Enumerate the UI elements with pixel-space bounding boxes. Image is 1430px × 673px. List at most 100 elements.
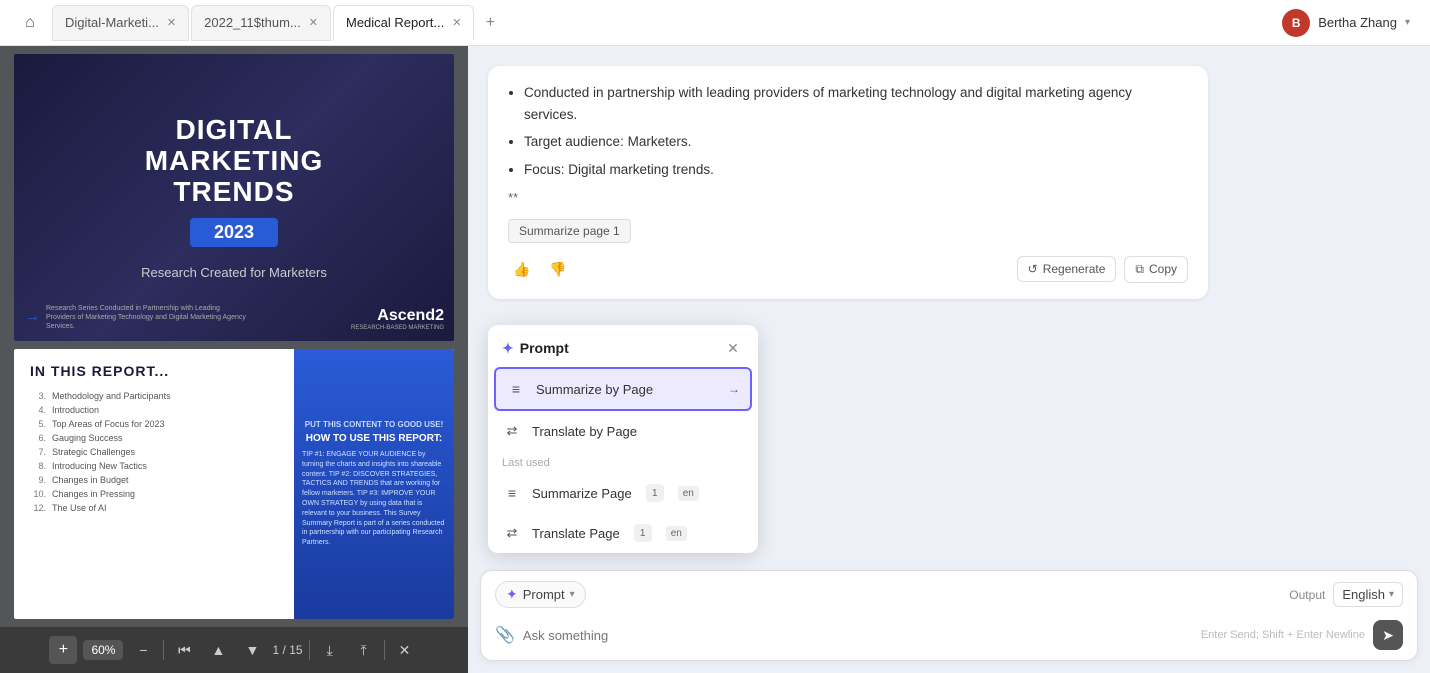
copy-icon: ⧉: [1135, 262, 1144, 277]
attach-button[interactable]: 📎: [495, 625, 515, 645]
language-label: English: [1342, 587, 1385, 602]
pdf-year: 2023: [190, 218, 278, 247]
toolbar-divider-3: [384, 640, 385, 660]
tab-close-icon[interactable]: ✕: [167, 16, 176, 29]
bottom-bar: ✦ Prompt ▾ Output English ▾ 📎 Enter Send…: [480, 570, 1418, 661]
regenerate-icon: ↺: [1028, 262, 1038, 276]
translate-by-page-icon: ⇄: [502, 421, 522, 441]
tab-label: 2022_11$thum...: [204, 15, 301, 30]
pdf-toc-header: IN THIS REPORT...: [30, 363, 276, 379]
page-current: 1: [272, 643, 279, 657]
toc-item: 10.Changes in Pressing: [30, 487, 276, 501]
pdf-inset-title: HOW TO USE THIS REPORT:: [302, 433, 446, 444]
user-menu[interactable]: B Bertha Zhang ▾: [1274, 5, 1418, 41]
regenerate-button[interactable]: ↺ Regenerate: [1017, 256, 1117, 282]
toc-item: 7.Strategic Challenges: [30, 445, 276, 459]
translate-by-page-label: Translate by Page: [532, 424, 637, 439]
pdf-logo-sub: RESEARCH-BASED MARKETING: [351, 325, 444, 331]
last-used-label: Last used: [488, 451, 758, 473]
tab-label: Medical Report...: [346, 15, 444, 30]
pdf-main-title: DIGITALMARKETINGTRENDS: [145, 115, 324, 207]
close-pdf-button[interactable]: ✕: [391, 636, 419, 664]
zoom-display[interactable]: 60%: [83, 640, 123, 660]
toc-item: 8. Introducing New Tactics: [30, 459, 276, 473]
language-select[interactable]: English ▾: [1333, 582, 1403, 607]
toc-num: 12.: [30, 503, 46, 513]
tab-2022[interactable]: 2022_11$thum... ✕: [191, 5, 331, 41]
toolbar-divider-2: [309, 640, 310, 660]
tab-digital-marketing[interactable]: Digital-Marketi... ✕: [52, 5, 189, 41]
pdf-footer-text: Research Series Conducted in Partnership…: [46, 304, 246, 331]
pdf-logo: Ascend2: [351, 307, 444, 325]
toc-item: 9.Changes in Budget: [30, 473, 276, 487]
toc-label: The Use of AI: [52, 503, 107, 513]
toc-item: 5. Top Areas of Focus for 2023: [30, 417, 276, 431]
toc-label: Top Areas of Focus for 2023: [52, 419, 165, 429]
chat-message-row: Conducted in partnership with leading pr…: [488, 66, 1410, 299]
translate-page-lang: en: [666, 526, 687, 541]
skip-down-button[interactable]: ⤓: [316, 636, 344, 664]
toc-label: Gauging Success: [52, 433, 123, 443]
first-page-button[interactable]: ⏮: [170, 636, 198, 664]
page-display: 1 / 15: [272, 643, 302, 657]
send-icon: ➤: [1382, 627, 1394, 644]
toc-label: Introducing New Tactics: [52, 461, 147, 471]
prompt-dropdown-title: ✦ Prompt: [502, 340, 569, 357]
input-row: 📎 Enter Send; Shift + Enter Newline ➤: [481, 616, 1417, 660]
toc-num: 8.: [30, 461, 46, 471]
prompt-dropdown[interactable]: ✦ Prompt ✕ ≡ Summarize by Page → ⇄ Trans…: [488, 325, 758, 553]
zoom-in-button[interactable]: +: [49, 636, 77, 664]
translate-page-badge: 1: [634, 524, 652, 542]
toc-item: 4.Introduction: [30, 403, 276, 417]
bottom-bar-top: ✦ Prompt ▾ Output English ▾: [481, 571, 1417, 616]
pdf-toc-list: 3. Methodology and Participants 4.Introduc…: [30, 389, 276, 515]
right-panel: Conducted in partnership with leading pr…: [468, 46, 1430, 673]
pdf-footer: → Research Series Conducted in Partnersh…: [24, 304, 444, 331]
regenerate-label: Regenerate: [1043, 262, 1106, 276]
prompt-item-summarize-by-page[interactable]: ≡ Summarize by Page →: [494, 367, 752, 411]
summarize-page-icon: ≡: [502, 483, 522, 503]
topbar: ⌂ Digital-Marketi... ✕ 2022_11$thum... ✕…: [0, 0, 1430, 46]
thumbs-up-button[interactable]: 👍: [508, 255, 536, 283]
chevron-down-icon: ▾: [1405, 17, 1410, 28]
bullet-3: Focus: Digital marketing trends.: [524, 159, 1188, 181]
summarize-page-label: Summarize Page: [532, 486, 632, 501]
tab-medical-report[interactable]: Medical Report... ✕: [333, 5, 474, 41]
input-hint: Enter Send; Shift + Enter Newline: [1201, 629, 1365, 641]
pdf-inset-body: TIP #1: ENGAGE YOUR AUDIENCE by turning …: [302, 450, 446, 548]
toc-num: 3.: [30, 391, 46, 401]
summarize-by-page-label: Summarize by Page: [536, 382, 653, 397]
prompt-item-translate-by-page[interactable]: ⇄ Translate by Page: [488, 411, 758, 451]
tab-close-icon[interactable]: ✕: [452, 16, 461, 29]
last-used-summarize-page[interactable]: ≡ Summarize Page 1 en: [488, 473, 758, 513]
prompt-close-button[interactable]: ✕: [722, 337, 744, 359]
chat-input[interactable]: [523, 628, 1193, 643]
pdf-panel: DIGITALMARKETINGTRENDS 2023 Research Cre…: [0, 46, 468, 673]
send-button[interactable]: ➤: [1373, 620, 1403, 650]
add-tab-button[interactable]: +: [476, 9, 504, 37]
tab-close-icon[interactable]: ✕: [309, 16, 318, 29]
pdf-subtitle: Research Created for Marketers: [141, 265, 327, 280]
output-label: Output: [1289, 588, 1325, 602]
toc-num: 5.: [30, 419, 46, 429]
pdf-content[interactable]: DIGITALMARKETINGTRENDS 2023 Research Cre…: [0, 46, 468, 627]
translate-page-icon: ⇄: [502, 523, 522, 543]
next-page-button[interactable]: ▼: [238, 636, 266, 664]
skip-up-button[interactable]: ⤒: [350, 636, 378, 664]
pdf-page-1: DIGITALMARKETINGTRENDS 2023 Research Cre…: [14, 54, 454, 341]
chat-bubble-text: Conducted in partnership with leading pr…: [508, 82, 1188, 209]
toc-label: Methodology and Participants: [52, 391, 171, 401]
last-used-translate-page[interactable]: ⇄ Translate Page 1 en: [488, 513, 758, 553]
prompt-sparkle-icon: ✦: [506, 586, 518, 603]
badge-label: Summarize page 1: [519, 224, 620, 238]
prev-page-button[interactable]: ▲: [204, 636, 232, 664]
copy-label: Copy: [1149, 262, 1177, 276]
toc-num: 7.: [30, 447, 46, 457]
prompt-title-label: Prompt: [520, 340, 569, 356]
zoom-out-button[interactable]: −: [129, 636, 157, 664]
chat-actions: 👍 👎 ↺ Regenerate ⧉ Copy: [508, 255, 1188, 283]
home-button[interactable]: ⌂: [12, 5, 48, 41]
thumbs-down-button[interactable]: 👎: [544, 255, 572, 283]
copy-button[interactable]: ⧉ Copy: [1124, 256, 1188, 283]
prompt-pill-button[interactable]: ✦ Prompt ▾: [495, 581, 586, 608]
